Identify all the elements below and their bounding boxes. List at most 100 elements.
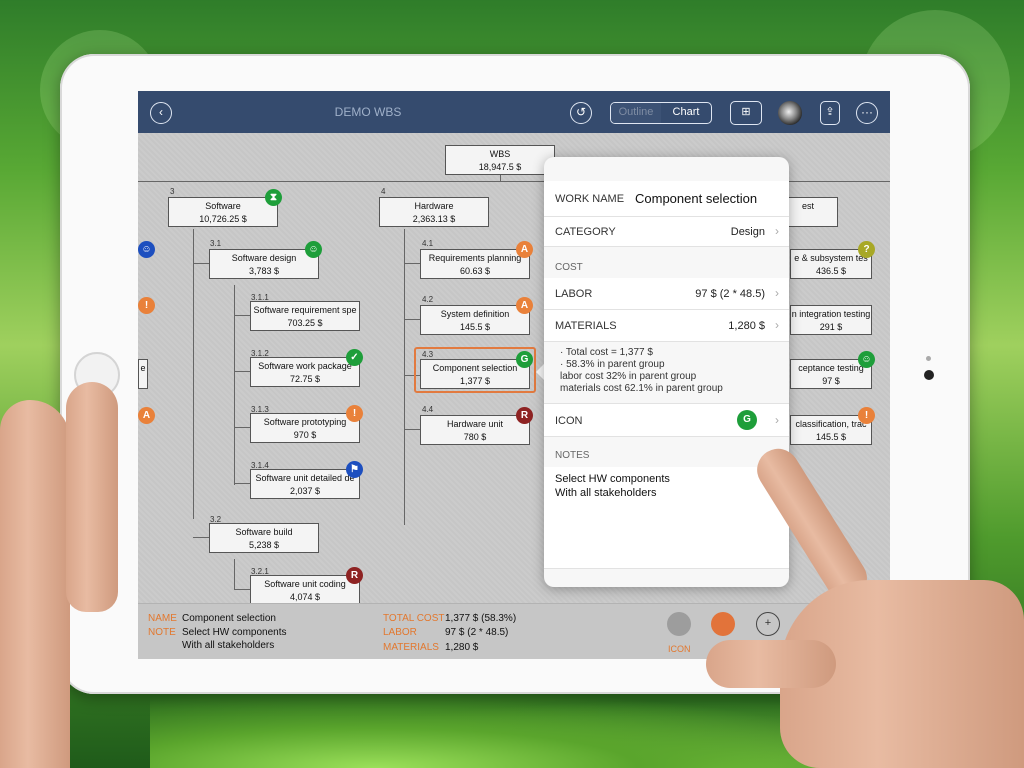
node-software-unit-detailed[interactable]: Software unit detailed de 2,037 $ [250, 469, 360, 499]
node-name: Software build [235, 527, 293, 537]
footer-total-cost-label: TOTAL COST [383, 613, 445, 624]
a-badge-icon: A [516, 241, 533, 258]
node-software[interactable]: Software 10,726.25 $ [168, 197, 278, 227]
node-id: 3.1 [210, 239, 222, 248]
color-picker-button[interactable] [711, 612, 735, 636]
node-name: Hardware unit [446, 419, 504, 429]
node-wbs[interactable]: WBS 18,947.5 $ [445, 145, 555, 175]
view-mode-segmented-control: Outline Chart [610, 102, 712, 124]
footer-labor-value: 97 $ (2 * 48.5) [445, 627, 509, 638]
work-name-row[interactable]: WORK NAME Component selection [544, 181, 789, 217]
category-row[interactable]: CATEGORY Design › [544, 217, 789, 247]
footer-note-line: With all stakeholders [182, 640, 275, 651]
node-left-partial[interactable]: e [138, 359, 148, 389]
node-system-definition[interactable]: System definition 145.5 $ [420, 305, 530, 335]
node-requirements-planning[interactable]: Requirements planning 60.63 $ [420, 249, 530, 279]
node-software-design[interactable]: Software design 3,783 $ [209, 249, 319, 279]
node-hardware[interactable]: Hardware 2,363.13 $ [379, 197, 489, 227]
back-arrow-icon[interactable]: ‹ [150, 102, 172, 124]
connector-line [234, 427, 250, 428]
materials-row[interactable]: MATERIALS 1,280 $ › [544, 310, 789, 342]
node-value: 18,947.5 $ [478, 162, 522, 172]
chevron-right-icon: › [775, 224, 779, 238]
tab-outline[interactable]: Outline [611, 103, 661, 123]
node-value: 72.75 $ [289, 374, 321, 384]
node-software-unit-coding[interactable]: Software unit coding 4,074 $ [250, 575, 360, 605]
footer-materials-label: MATERIALS [383, 642, 439, 653]
labor-value: 97 $ (2 * 48.5) [695, 288, 765, 300]
notes-textarea[interactable]: Select HW components With all stakeholde… [544, 467, 789, 569]
labor-row[interactable]: LABOR 97 $ (2 * 48.5) › [544, 278, 789, 310]
add-connection-icon[interactable]: + [756, 612, 780, 636]
node-software-build[interactable]: Software build 5,238 $ [209, 523, 319, 553]
node-hardware-unit[interactable]: Hardware unit 780 $ [420, 415, 530, 445]
connector-line [404, 263, 420, 264]
connector-line [234, 315, 250, 316]
footer-labor-label: LABOR [383, 627, 417, 638]
zoom-dial-icon[interactable] [778, 101, 802, 125]
footer-note-label: NOTE [148, 627, 176, 638]
node-id: 4 [381, 187, 386, 196]
connector-line [234, 589, 250, 590]
cost-note-line: · 58.3% in parent group [560, 359, 665, 370]
cost-note-line: · Total cost = 1,377 $ [560, 347, 653, 358]
undo-icon[interactable]: ↺ [570, 102, 592, 124]
more-icon[interactable]: ··· [856, 102, 878, 124]
cost-section-header: COST [555, 262, 583, 273]
work-name-value: Component selection [635, 191, 758, 206]
connector-line [193, 263, 209, 264]
footer-note-line: Select HW components [182, 627, 287, 638]
node-value: 145.5 $ [815, 432, 847, 442]
node-id: 3 [170, 187, 175, 196]
icon-picker-button[interactable] [667, 612, 691, 636]
chevron-right-icon: › [775, 286, 779, 300]
exclamation-icon: ! [346, 405, 363, 422]
footer-icon-label: ICON [668, 644, 691, 654]
node-software-work-package[interactable]: Software work package 72.75 $ [250, 357, 360, 387]
exclamation-icon: ! [138, 297, 155, 314]
share-icon[interactable]: ⇪ [820, 101, 840, 125]
node-software-requirement[interactable]: Software requirement spe 703.25 $ [250, 301, 360, 331]
connector-line [404, 429, 420, 430]
smiley-icon: ☺ [858, 351, 875, 368]
node-name: e [140, 363, 146, 373]
task-detail-popover: WORK NAME Component selection CATEGORY D… [544, 157, 789, 587]
right-thumb [706, 640, 836, 688]
notes-line: Select HW components [555, 473, 670, 485]
connector-line [193, 229, 194, 519]
node-name: n integration testing [791, 309, 871, 319]
node-value: 703.25 $ [287, 318, 323, 328]
node-name: Software unit coding [264, 579, 346, 589]
connector-line [234, 559, 235, 589]
layout-tree-icon[interactable]: ⊞ [730, 101, 762, 125]
chevron-right-icon: › [775, 413, 779, 427]
node-name: System definition [440, 309, 510, 319]
footer-name-label: NAME [148, 613, 177, 624]
node-value: 1,377 $ [459, 376, 491, 386]
tab-chart[interactable]: Chart [661, 103, 711, 123]
node-integration-testing[interactable]: n integration testing 291 $ [790, 305, 872, 335]
node-component-selection[interactable]: Component selection 1,377 $ [420, 359, 530, 389]
node-value: 2,037 $ [289, 486, 321, 496]
node-value: 97 $ [822, 376, 840, 386]
connector-line [234, 371, 250, 372]
node-software-prototyping[interactable]: Software prototyping 970 $ [250, 413, 360, 443]
node-value: 436.5 $ [815, 266, 847, 276]
node-value: 291 $ [819, 322, 843, 332]
cost-note-line: labor cost 32% in parent group [560, 371, 697, 382]
a-badge-icon: A [138, 407, 155, 424]
materials-label: MATERIALS [555, 320, 617, 332]
footer-name-value: Component selection [182, 613, 276, 624]
icon-row[interactable]: ICON G › [544, 403, 789, 437]
chevron-right-icon: › [775, 318, 779, 332]
question-icon: ? [858, 241, 875, 258]
connector-line [500, 175, 501, 181]
connector-line [404, 319, 420, 320]
node-name: Software design [231, 253, 297, 263]
node-name: Software requirement spe [253, 305, 357, 315]
node-name: Hardware [414, 201, 454, 211]
node-id: 4.3 [422, 350, 434, 359]
node-name: Software prototyping [263, 417, 347, 427]
notes-section-header: NOTES [555, 450, 590, 461]
flag-icon: ⚑ [346, 461, 363, 478]
